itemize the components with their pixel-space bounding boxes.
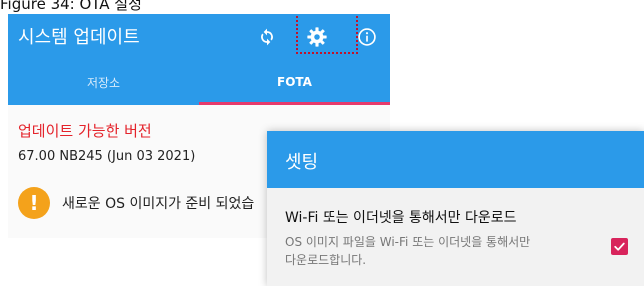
version-text: 67.00 NB245 (Jun 03 2021) bbox=[18, 149, 196, 164]
tab-storage[interactable]: 저장소 bbox=[8, 59, 199, 105]
wifi-only-checkbox[interactable] bbox=[611, 238, 628, 255]
available-version-heading: 업데이트 가능한 버전 bbox=[18, 122, 152, 140]
exclamation-icon: ! bbox=[18, 187, 50, 219]
tab-fota[interactable]: FOTA bbox=[199, 59, 390, 105]
dialog-title: 셋팅 bbox=[285, 152, 319, 173]
checkmark-icon bbox=[614, 242, 625, 251]
summary-line-1: OS 이미지 파일을 Wi-Fi 또는 이더넷을 통해서만 bbox=[285, 235, 531, 249]
app-title: 시스템 업데이트 bbox=[18, 27, 140, 48]
dialog-header: 셋팅 bbox=[267, 131, 644, 188]
app-bar: 시스템 업데이트 bbox=[8, 14, 390, 59]
wifi-only-download-summary: OS 이미지 파일을 Wi-Fi 또는 이더넷을 통해서만 다운로드합니다. bbox=[285, 233, 585, 269]
info-icon[interactable] bbox=[356, 26, 378, 48]
summary-line-2: 다운로드합니다. bbox=[285, 253, 367, 267]
settings-highlight-box bbox=[296, 14, 358, 54]
settings-dialog: 셋팅 Wi-Fi 또는 이더넷을 통해서만 다운로드 OS 이미지 파일을 Wi… bbox=[267, 131, 644, 286]
wifi-only-download-title[interactable]: Wi-Fi 또는 이더넷을 통해서만 다운로드 bbox=[285, 207, 517, 227]
notice-text: 새로운 OS 이미지가 준비 되었습 bbox=[62, 196, 255, 212]
tab-bar: 저장소 FOTA bbox=[8, 59, 390, 105]
figure-caption: Figure 34: OTA 설정 bbox=[0, 0, 142, 13]
sync-icon[interactable] bbox=[256, 26, 278, 48]
